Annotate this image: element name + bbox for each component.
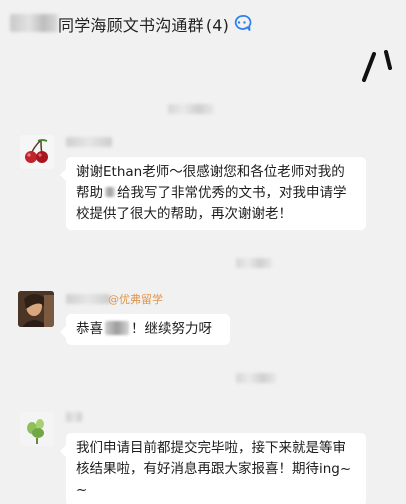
chat-header: 同学海顾文书沟通群 (4) bbox=[0, 0, 406, 46]
sender-avatar[interactable] bbox=[20, 412, 54, 446]
timestamp-blurred bbox=[236, 373, 276, 383]
sender-avatar[interactable] bbox=[20, 135, 54, 169]
redacted-name bbox=[105, 321, 129, 335]
sender-name-blurred bbox=[66, 137, 112, 147]
sender-tag: @优弗留学 bbox=[108, 293, 163, 306]
group-name: 同学海顾文书沟通群 bbox=[58, 16, 204, 35]
message-bubble[interactable]: 谢谢Ethan老师～很感谢您和各位老师对我的帮助 给我写了非常优秀的文书，对我申请… bbox=[60, 157, 366, 230]
chat-bubble-refresh-icon[interactable] bbox=[232, 13, 252, 33]
sender-avatar[interactable] bbox=[18, 291, 54, 327]
cherries-avatar-icon bbox=[25, 139, 48, 163]
sender-name-blurred bbox=[66, 294, 110, 304]
message-text-cont: 给我写了非常优秀的文书，对我申请学校提供了很大的帮助，再次谢谢老！ bbox=[76, 185, 347, 222]
message-bubble[interactable]: 恭喜 ！继续努力呀 bbox=[60, 314, 230, 345]
message-text: 恭喜 bbox=[76, 321, 103, 337]
message-text-cont: ！继续努力呀 bbox=[131, 321, 212, 337]
message-text: 我们申请目前都提交完毕啦，接下来就是等审核结果啦，有好消息再跟大家报喜！期待in… bbox=[76, 440, 352, 498]
title-prefix-blurred bbox=[10, 14, 58, 32]
sender-name-blurred bbox=[66, 412, 82, 422]
timestamp-blurred bbox=[168, 104, 214, 114]
partial-glyph-icon bbox=[362, 50, 392, 82]
plant-avatar-icon bbox=[27, 419, 44, 444]
portrait-avatar-icon bbox=[18, 291, 54, 327]
chat-title[interactable]: 同学海顾文书沟通群 (4) bbox=[58, 12, 229, 36]
message-bubble[interactable]: 我们申请目前都提交完毕啦，接下来就是等审核结果啦，有好消息再跟大家报喜！期待in… bbox=[60, 433, 366, 504]
timestamp-blurred bbox=[236, 258, 272, 268]
redacted-name bbox=[105, 187, 115, 197]
member-count: (4) bbox=[205, 16, 230, 35]
